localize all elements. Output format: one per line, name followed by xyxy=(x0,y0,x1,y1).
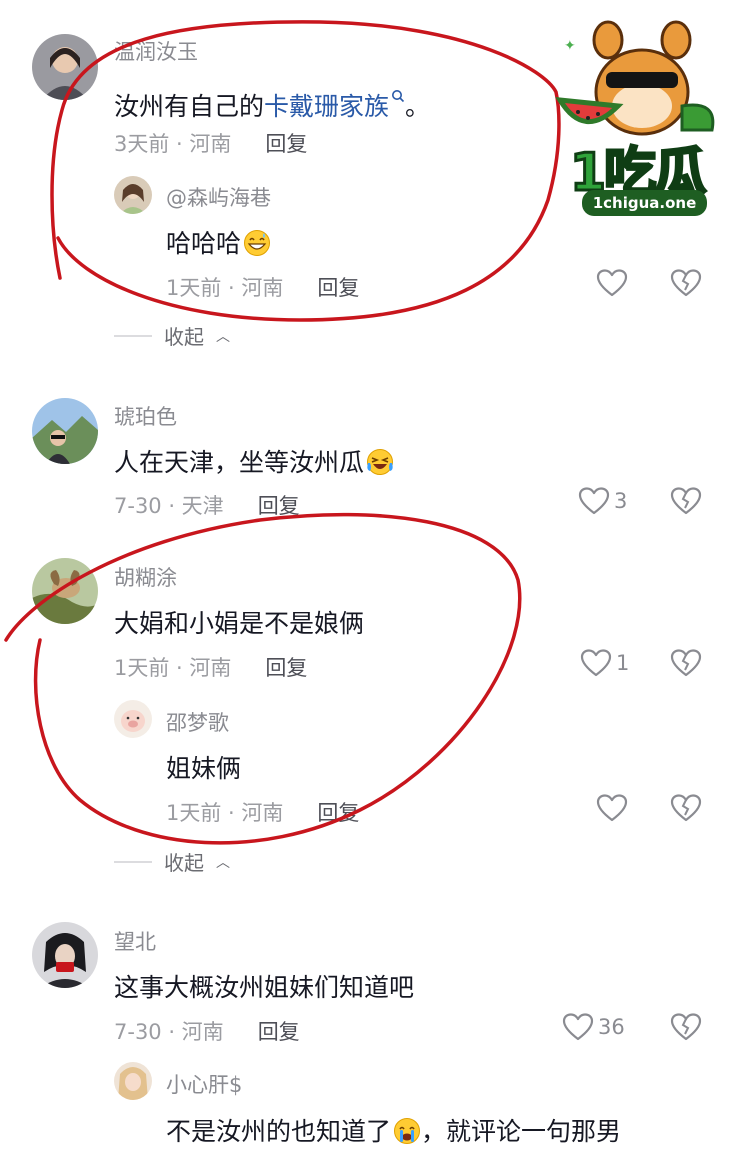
heart-icon xyxy=(562,1012,594,1042)
reply-button[interactable]: 回复 xyxy=(258,1020,300,1044)
comment-author[interactable]: 望北 xyxy=(114,926,156,956)
reply-author[interactable]: 小心肝$ xyxy=(166,1069,242,1099)
reply-button[interactable]: 回复 xyxy=(265,132,307,156)
collapse-label: 收起 xyxy=(164,325,204,349)
comment-meta: 7-30 · 天津 回复 xyxy=(114,490,300,520)
like-count: 1 xyxy=(616,651,630,675)
svg-text:✦: ✦ xyxy=(564,38,576,54)
avatar[interactable] xyxy=(114,700,152,738)
comment-text-part: 汝州有自己的 xyxy=(114,92,265,121)
comment-text: 这事大概汝州姐妹们知道吧 xyxy=(114,973,415,1002)
comment-text-part: 。 xyxy=(405,92,431,121)
reply-author[interactable]: 邵梦歌 xyxy=(166,707,229,737)
comment-text: 人在天津，坐等汝州瓜 xyxy=(114,443,394,479)
reply-author[interactable]: @森屿海巷 xyxy=(166,182,271,212)
search-icon xyxy=(391,80,405,103)
comment-text: 大娟和小娟是不是娘俩 xyxy=(114,609,365,638)
reply-button[interactable]: 回复 xyxy=(317,276,359,300)
comment-text: 汝州有自己的卡戴珊家族。 xyxy=(114,80,430,123)
avatar[interactable] xyxy=(32,398,98,464)
dislike-icon xyxy=(670,1012,702,1042)
dislike-button[interactable] xyxy=(670,268,702,298)
dislike-button[interactable] xyxy=(670,648,702,678)
reply-text: 不是汝州的也知道了 ，就评论一句那男 xyxy=(166,1112,621,1148)
dislike-icon xyxy=(670,793,702,823)
collapse-replies-button[interactable]: 收起 ︿ xyxy=(114,847,230,876)
comment-time-location: 3天前 · 河南 xyxy=(114,132,232,156)
heart-icon xyxy=(596,793,628,823)
reply-text: 姐妹俩 xyxy=(166,754,242,783)
avatar[interactable] xyxy=(32,34,98,100)
collapse-label: 收起 xyxy=(164,851,204,875)
divider xyxy=(114,334,152,337)
heart-icon xyxy=(580,648,612,678)
avatar[interactable] xyxy=(114,176,152,214)
comment-meta: 7-30 · 河南 回复 xyxy=(114,1016,300,1046)
brand-watermark: ✦ 1吃瓜 1chigua.one xyxy=(542,10,732,225)
reply-button[interactable]: 回复 xyxy=(265,656,307,680)
comment-author[interactable]: 温润汝玉 xyxy=(114,36,198,66)
comment-author[interactable]: 琥珀色 xyxy=(114,401,177,431)
reply-text-part: 不是汝州的也知道了 xyxy=(166,1117,392,1146)
reply-button[interactable]: 回复 xyxy=(317,801,359,825)
divider xyxy=(114,860,152,863)
like-button[interactable]: 1 xyxy=(580,648,629,678)
reply-time-location: 1天前 · 河南 xyxy=(166,276,284,300)
comment-time-location: 7-30 · 河南 xyxy=(114,1020,224,1044)
search-link-label: 卡戴珊家族 xyxy=(264,92,390,121)
comment-text-part: 人在天津，坐等汝州瓜 xyxy=(114,448,365,477)
reply-meta: 1天前 · 河南 回复 xyxy=(166,272,359,302)
like-button[interactable]: 36 xyxy=(562,1012,625,1042)
cry-emoji-icon xyxy=(393,1117,421,1145)
comment-author[interactable]: 胡糊涂 xyxy=(114,562,177,592)
dislike-icon xyxy=(670,648,702,678)
avatar[interactable] xyxy=(32,558,98,624)
search-link[interactable]: 卡戴珊家族 xyxy=(264,90,405,121)
comment-meta: 1天前 · 河南 回复 xyxy=(114,652,307,682)
reply-text: 哈哈哈 xyxy=(166,224,271,260)
watermark-site: 1chigua.one xyxy=(582,190,707,216)
avatar[interactable] xyxy=(114,1062,152,1100)
comment-time-location: 7-30 · 天津 xyxy=(114,494,224,518)
hamster-mascot-icon: ✦ xyxy=(555,20,715,136)
chevron-up-icon: ︿ xyxy=(216,854,230,871)
reply-button[interactable]: 回复 xyxy=(258,494,300,518)
chevron-up-icon: ︿ xyxy=(216,328,230,345)
dislike-button[interactable] xyxy=(670,1012,702,1042)
grin-emoji-icon xyxy=(243,229,271,257)
dislike-icon xyxy=(670,486,702,516)
comment-meta: 3天前 · 河南 回复 xyxy=(114,128,307,158)
reply-meta: 1天前 · 河南 回复 xyxy=(166,797,359,827)
comment-time-location: 1天前 · 河南 xyxy=(114,656,232,680)
avatar[interactable] xyxy=(32,922,98,988)
like-count: 36 xyxy=(598,1015,625,1039)
reply-time-location: 1天前 · 河南 xyxy=(166,801,284,825)
heart-icon xyxy=(596,268,628,298)
reply-text-part: 哈哈哈 xyxy=(166,229,242,258)
dislike-button[interactable] xyxy=(670,793,702,823)
like-button[interactable] xyxy=(596,793,628,823)
reply-text-part: ，就评论一句那男 xyxy=(421,1117,622,1146)
dislike-button[interactable] xyxy=(670,486,702,516)
collapse-replies-button[interactable]: 收起 ︿ xyxy=(114,321,230,350)
laugh-cry-emoji-icon xyxy=(366,448,394,476)
like-count: 3 xyxy=(614,489,628,513)
like-button[interactable]: 3 xyxy=(578,486,627,516)
heart-icon xyxy=(578,486,610,516)
like-button[interactable] xyxy=(596,268,628,298)
dislike-icon xyxy=(670,268,702,298)
